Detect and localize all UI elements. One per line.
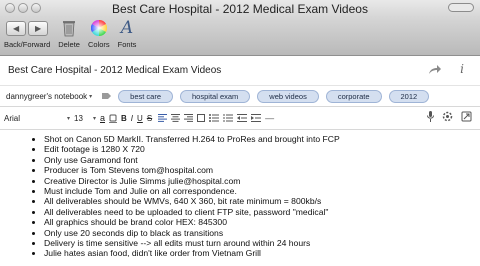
font-color-icon: a (100, 113, 106, 123)
list-item: Creative Director is Julie Simms julie@h… (44, 176, 480, 186)
font-family-select[interactable]: Arial ▾ (4, 114, 74, 123)
delete-button[interactable]: Delete (58, 17, 80, 49)
forward-button[interactable]: ▶ (28, 20, 49, 36)
notebook-name: dannygreer's notebook (6, 91, 88, 101)
list-item: Shot on Canon 5D MarkII. Transferred H.2… (44, 134, 480, 144)
title-bar: Best Care Hospital - 2012 Medical Exam V… (0, 0, 480, 17)
outdent-icon[interactable] (237, 114, 248, 122)
color-wheel-icon (90, 20, 107, 36)
note-meta-row: dannygreer's notebook ▾ best care hospit… (0, 86, 480, 107)
tag-chip[interactable]: hospital exam (180, 89, 251, 103)
window-title: Best Care Hospital - 2012 Medical Exam V… (112, 1, 368, 16)
back-button[interactable]: ◀ (6, 20, 27, 36)
italic-button[interactable]: I (131, 114, 133, 123)
tag-chip[interactable]: 2012 (388, 89, 430, 103)
toolbar-toggle-button[interactable] (448, 3, 474, 12)
align-right-icon[interactable] (184, 114, 194, 122)
back-forward-group: ◀ ▶ Back/Forward (4, 17, 50, 49)
chevron-down-icon: ▾ (89, 93, 93, 100)
list-item: Only use 20 seconds dip to black as tran… (44, 228, 480, 238)
link-icon[interactable] (461, 111, 472, 122)
indent-icon[interactable] (251, 114, 262, 122)
bullet-list: Shot on Canon 5D MarkII. Transferred H.2… (30, 134, 480, 259)
font-family-value: Arial (4, 113, 21, 123)
notebook-selector[interactable]: dannygreer's notebook ▾ (6, 92, 92, 101)
app-window: Best Care Hospital - 2012 Medical Exam V… (0, 0, 480, 266)
colors-button[interactable]: Colors (88, 17, 110, 49)
back-forward-label: Back/Forward (4, 40, 51, 49)
font-color-button[interactable]: a (100, 113, 105, 123)
minimize-window-button[interactable] (18, 3, 28, 13)
tag-icon (102, 93, 112, 99)
checkbox-icon[interactable] (197, 114, 206, 122)
toolbar: ◀ ▶ Back/Forward Delete Colors A Fonts (0, 17, 480, 56)
align-left-icon[interactable] (158, 114, 168, 122)
align-center-icon[interactable] (171, 114, 181, 122)
microphone-icon[interactable] (427, 111, 434, 122)
info-icon[interactable]: i (460, 62, 464, 76)
underline-button[interactable]: U (137, 114, 143, 123)
font-size-value: 13 (74, 113, 83, 123)
delete-label: Delete (58, 40, 80, 49)
numbered-list-icon[interactable] (223, 114, 234, 122)
list-item: All deliverables need to be uploaded to … (44, 207, 480, 217)
forward-icon: ▶ (35, 23, 42, 33)
zoom-window-button[interactable] (31, 3, 41, 13)
trash-icon (63, 21, 76, 37)
back-icon: ◀ (13, 23, 20, 33)
tag-chip[interactable]: corporate (325, 89, 382, 103)
highlight-icon[interactable] (109, 114, 118, 123)
note-title[interactable]: Best Care Hospital - 2012 Medical Exam V… (8, 65, 221, 76)
list-item: Delivery is time sensitive --> all edits… (44, 238, 480, 248)
tag-chip[interactable]: web videos (257, 89, 319, 103)
list-item: Producer is Tom Stevens tom@hospital.com (44, 165, 480, 175)
fonts-button[interactable]: A Fonts (118, 17, 137, 49)
note-body[interactable]: Shot on Canon 5D MarkII. Transferred H.2… (0, 130, 480, 259)
list-item: Must include Tom and Julie on all corres… (44, 186, 480, 196)
list-item: Julie hates asian food, didn't like orde… (44, 248, 480, 258)
bold-button[interactable]: B (121, 114, 127, 123)
list-item: Edit footage is 1280 X 720 (44, 144, 480, 154)
tag-chip[interactable]: best care (118, 89, 174, 103)
fonts-icon: A (120, 18, 134, 38)
bulleted-list-icon[interactable] (209, 114, 220, 122)
list-item: Only use Garamond font (44, 155, 480, 165)
horizontal-rule-icon[interactable]: — (265, 113, 274, 123)
fonts-label: Fonts (117, 40, 137, 49)
list-item: All deliverables should be WMVs, 640 X 3… (44, 196, 480, 206)
note-header: Best Care Hospital - 2012 Medical Exam V… (0, 56, 480, 86)
format-bar: Arial ▾ 13 ▾ a B I U S — (0, 107, 480, 130)
font-size-select[interactable]: 13 ▾ (74, 114, 100, 123)
format-bar-right (427, 111, 472, 122)
chevron-down-icon: ▾ (66, 115, 70, 122)
chevron-down-icon: ▾ (92, 115, 96, 122)
share-icon[interactable] (428, 65, 442, 75)
strikethrough-button[interactable]: S (147, 114, 152, 123)
window-controls (5, 3, 41, 13)
close-window-button[interactable] (5, 3, 15, 13)
colors-label: Colors (87, 40, 110, 49)
attachment-icon[interactable] (442, 111, 453, 122)
list-item: All graphics should be brand color HEX: … (44, 217, 480, 227)
